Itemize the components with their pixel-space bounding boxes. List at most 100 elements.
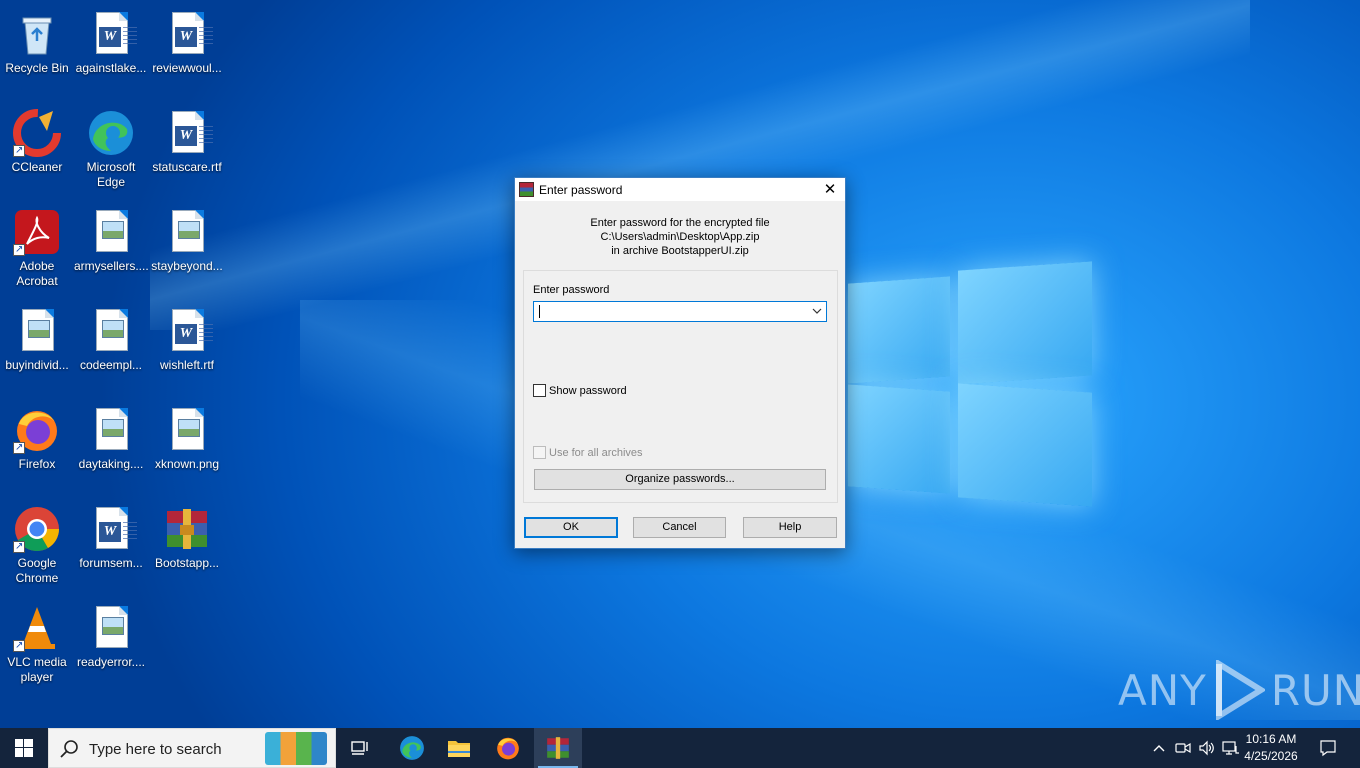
text-caret [539, 305, 540, 318]
desktop-icon-staybeyond[interactable]: staybeyond... [150, 204, 224, 274]
clock-time: 10:16 AM [1245, 732, 1297, 746]
password-group: Enter password Show password Use for all… [523, 270, 838, 503]
image-file-icon [87, 406, 135, 454]
shortcut-arrow-icon [13, 143, 25, 158]
desktop-icon-bootstapp[interactable]: Bootstapp... [150, 501, 224, 571]
desktop-icon-statuscare[interactable]: W statuscare.rtf [150, 105, 224, 175]
desktop-icon-daytaking[interactable]: daytaking.... [74, 402, 148, 472]
desktop-icon-label: Firefox [18, 457, 56, 471]
dialog-titlebar[interactable]: Enter password ✕ [515, 178, 845, 201]
cancel-button[interactable]: Cancel [633, 517, 726, 538]
search-icon [59, 738, 81, 760]
desktop-icon-google-chrome[interactable]: Google Chrome [0, 501, 74, 586]
taskbar-search-box[interactable]: Type here to search [48, 728, 336, 768]
edge-icon [87, 109, 135, 157]
watermark-left-text: ANY [1118, 665, 1207, 715]
desktop-icon-label: againstlake... [75, 61, 147, 75]
organize-passwords-button[interactable]: Organize passwords... [534, 469, 826, 490]
chevron-down-icon[interactable] [811, 305, 823, 317]
desktop-icon-firefox[interactable]: Firefox [0, 402, 74, 472]
search-placeholder: Type here to search [89, 741, 222, 758]
desktop-icon-buyindivid[interactable]: buyindivid... [0, 303, 74, 373]
winrar-icon [547, 737, 569, 759]
password-label: Enter password [533, 284, 610, 296]
desktop-icon-armysellers[interactable]: armysellers.... [74, 204, 149, 274]
winrar-icon [519, 182, 534, 197]
start-button[interactable] [0, 728, 48, 768]
desktop-icon-label: statuscare.rtf [152, 160, 222, 174]
help-button[interactable]: Help [743, 517, 837, 538]
password-combobox[interactable] [533, 301, 827, 322]
desktop-icon-label: CCleaner [11, 160, 63, 174]
image-file-icon [13, 307, 61, 355]
show-password-checkbox[interactable]: Show password [533, 384, 627, 397]
desktop-icon-xknown[interactable]: xknown.png [150, 402, 224, 472]
firefox-icon [497, 737, 519, 760]
desktop-icon-label: codeempl... [79, 358, 143, 372]
taskbar-winrar[interactable] [534, 728, 582, 768]
watermark-right-text: RUN [1270, 665, 1360, 715]
checkbox-box[interactable] [533, 446, 546, 459]
meet-now-button[interactable] [1172, 728, 1194, 768]
use-for-all-archives-label: Use for all archives [549, 446, 643, 459]
desktop-icon-recycle-bin[interactable]: Recycle Bin [0, 6, 74, 76]
edge-icon [400, 736, 424, 760]
info-file-path: C:\Users\admin\Desktop\App.zip [600, 231, 760, 243]
info-line: Enter password for the encrypted file [590, 217, 770, 229]
play-logo-icon [1215, 660, 1265, 720]
desktop-icon-vlc[interactable]: VLC media player [0, 600, 74, 685]
ok-button[interactable]: OK [524, 517, 618, 538]
taskbar-file-explorer[interactable] [437, 728, 481, 768]
word-doc-icon: W [87, 10, 137, 58]
acrobat-icon [13, 208, 61, 257]
desktop-icon-againstlake[interactable]: W againstlake... [74, 6, 148, 76]
desktop-icon-forumsem[interactable]: W forumsem... [74, 501, 148, 571]
task-view-button[interactable] [340, 728, 380, 768]
show-hidden-icons-button[interactable] [1148, 728, 1170, 768]
image-file-icon [87, 604, 135, 652]
firefox-icon [13, 406, 61, 455]
close-icon: ✕ [823, 181, 837, 198]
desktop-icon-microsoft-edge[interactable]: Microsoft Edge [74, 105, 148, 190]
encrypted-file-info: Enter password for the encrypted file C:… [515, 216, 845, 258]
desktop-icon-label: Recycle Bin [5, 61, 69, 75]
desktop-icon-reviewwoul[interactable]: W reviewwoul... [150, 6, 224, 76]
shortcut-arrow-icon [13, 539, 25, 554]
use-for-all-archives-checkbox[interactable]: Use for all archives [533, 446, 643, 459]
desktop-icon-readyerror[interactable]: readyerror.... [74, 600, 148, 670]
taskbar-firefox[interactable] [486, 728, 530, 768]
checkbox-box[interactable] [533, 384, 546, 397]
vlc-icon [13, 604, 61, 653]
desktop-icon-label: readyerror.... [76, 655, 146, 669]
taskbar-edge[interactable] [390, 728, 434, 768]
desktop-icon-ccleaner[interactable]: CCleaner [0, 105, 74, 175]
dialog-title: Enter password [539, 183, 623, 197]
close-button[interactable]: ✕ [815, 178, 845, 201]
system-clock[interactable]: 10:16 AM 4/25/2026 [1238, 731, 1304, 765]
notification-icon [1320, 740, 1336, 757]
shortcut-arrow-icon [13, 440, 25, 455]
task-view-icon [351, 741, 368, 755]
enter-password-dialog: Enter password ✕ Enter password for the … [514, 177, 846, 549]
recycle-bin-icon [13, 10, 61, 58]
image-file-icon [163, 406, 211, 454]
camera-icon [1175, 742, 1191, 754]
ccleaner-icon [13, 109, 61, 158]
desktop-icon-codeempl[interactable]: codeempl... [74, 303, 148, 373]
winrar-archive-icon [163, 505, 211, 553]
desktop-icon-wishleft[interactable]: W wishleft.rtf [150, 303, 224, 373]
image-file-icon [163, 208, 211, 256]
desktop-icon-label: forumsem... [79, 556, 143, 570]
action-center-button[interactable] [1310, 728, 1346, 768]
search-highlight-image [265, 732, 327, 765]
word-doc-icon: W [163, 109, 213, 157]
volume-button[interactable] [1196, 728, 1218, 768]
chrome-icon [13, 505, 61, 554]
desktop-icon-label: buyindivid... [5, 358, 69, 372]
desktop-icon-label: wishleft.rtf [159, 358, 214, 372]
taskbar: Type here to search 10:16 AM 4/25/2026 [0, 728, 1360, 768]
chevron-up-icon [1153, 745, 1165, 752]
desktop-icon-label: Microsoft Edge [86, 160, 136, 189]
desktop-icon-adobe-acrobat[interactable]: Adobe Acrobat [0, 204, 74, 289]
desktop-icon-label: xknown.png [154, 457, 220, 471]
